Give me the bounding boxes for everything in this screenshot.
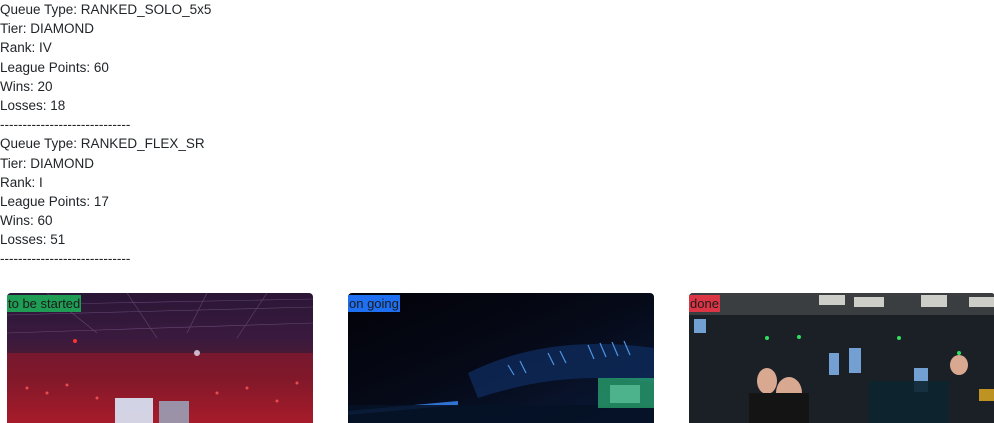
match-card-to-be-started[interactable]: to be started xyxy=(7,293,313,423)
arena-stadium-crowd-image xyxy=(7,293,313,423)
wins: Wins: 20 xyxy=(0,78,53,94)
rank: Rank: IV xyxy=(0,40,52,56)
queue-entry-solo: Queue Type: RANKED_SOLO_5x5 Tier: DIAMON… xyxy=(0,0,211,134)
match-card-done[interactable]: done xyxy=(689,293,994,423)
separator: ----------------------------- xyxy=(0,117,131,133)
rank: Rank: I xyxy=(0,174,43,190)
match-card-on-going[interactable]: on going xyxy=(348,293,654,423)
ranked-stats: Queue Type: RANKED_SOLO_5x5 Tier: DIAMON… xyxy=(0,0,211,269)
queue-type: Queue Type: RANKED_FLEX_SR xyxy=(0,136,205,152)
losses: Losses: 51 xyxy=(0,232,66,248)
wins: Wins: 60 xyxy=(0,213,53,229)
tier: Tier: DIAMOND xyxy=(0,21,94,37)
tier: Tier: DIAMOND xyxy=(0,155,94,171)
separator: ----------------------------- xyxy=(0,251,131,267)
losses: Losses: 18 xyxy=(0,97,66,113)
esports-stage-lights-image xyxy=(348,293,654,423)
status-badge: to be started xyxy=(7,295,82,312)
gaming-lan-hall-image xyxy=(689,293,994,423)
league-points: League Points: 60 xyxy=(0,59,109,75)
queue-entry-flex: Queue Type: RANKED_FLEX_SR Tier: DIAMOND… xyxy=(0,134,211,268)
league-points: League Points: 17 xyxy=(0,193,109,209)
queue-type: Queue Type: RANKED_SOLO_5x5 xyxy=(0,2,212,17)
status-badge: on going xyxy=(348,295,400,312)
status-badge: done xyxy=(689,295,720,312)
